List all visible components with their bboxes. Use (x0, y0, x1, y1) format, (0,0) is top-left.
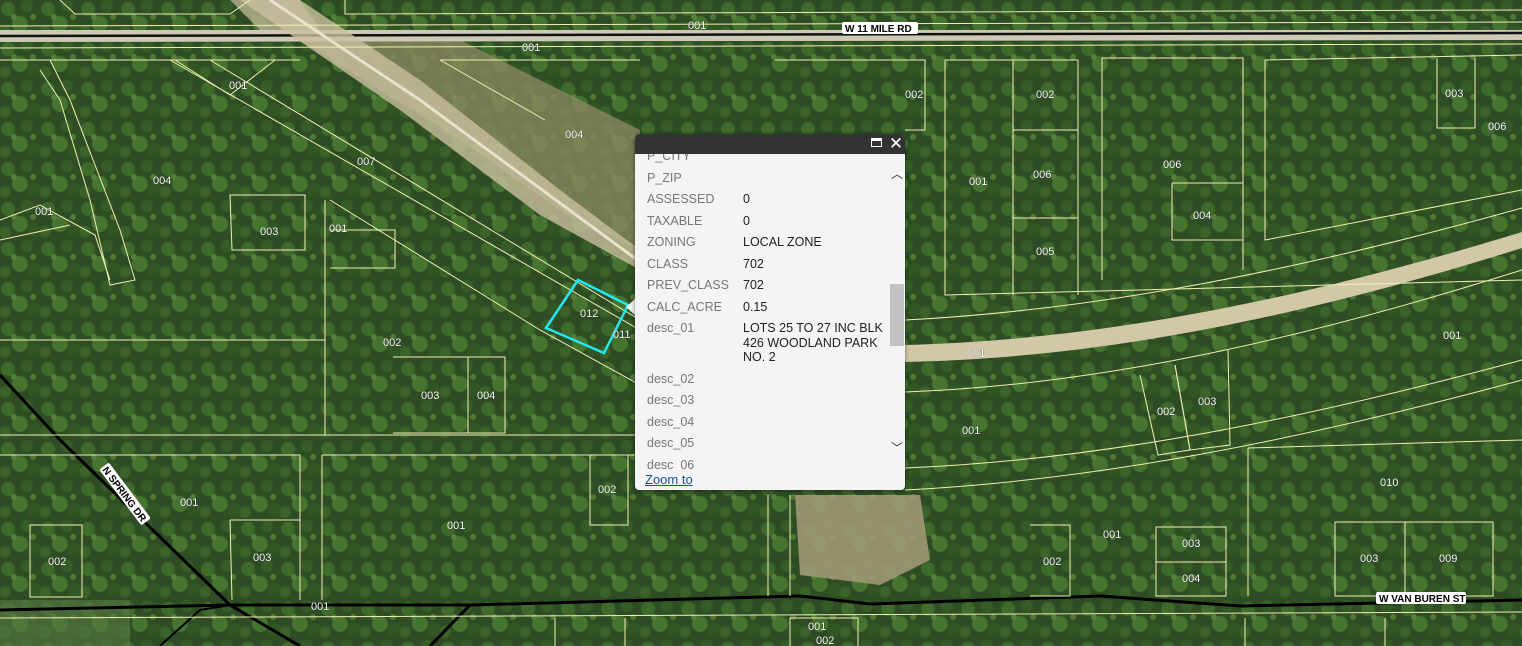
parcel-label: 001 (311, 601, 329, 613)
parcel-label: 004 (153, 175, 171, 187)
parcel-label: 003 (421, 390, 439, 402)
attribute-key: desc_06 (647, 457, 695, 471)
attribute-row: desc_05 (647, 436, 887, 451)
chevron-down-icon[interactable]: ﹀ (891, 442, 903, 454)
attribute-list: P_CITY P_ZIP ASSESSED 0 TAXABLE 0 ZONING LO… (647, 154, 887, 470)
attribute-value (743, 171, 883, 186)
attribute-row: desc_04 (647, 415, 887, 430)
popup-scrollbar[interactable]: ︿ ﹀ (889, 154, 905, 470)
attribute-row: ZONING LOCAL ZONE (647, 235, 887, 250)
parcel-label: 004 (565, 129, 583, 141)
attribute-value (743, 154, 883, 164)
parcel-label: 001 (688, 20, 706, 32)
parcel-label: 006 (1163, 159, 1181, 171)
attribute-value: 702 (743, 278, 764, 292)
parcel-label: 003 (260, 226, 278, 238)
attribute-key: desc_03 (647, 393, 695, 407)
attribute-value (743, 372, 883, 387)
attribute-row: PREV_CLASS 702 (647, 278, 887, 293)
attribute-key: P_CITY (647, 154, 691, 163)
attribute-row: desc_03 (647, 393, 887, 408)
attribute-key: P_ZIP (647, 170, 682, 185)
attribute-key: desc_02 (647, 371, 695, 386)
parcel-label: 001 (1443, 330, 1461, 342)
parcel-label: 001 (967, 348, 985, 360)
parcel-label: 002 (48, 556, 66, 568)
parcel-label: 006 (1488, 121, 1506, 133)
parcel-label: 003 (1445, 88, 1463, 100)
road-label-w-11-mile: W 11 MILE RD (845, 24, 912, 35)
attribute-key: desc_05 (647, 436, 695, 450)
parcel-label: 009 (1439, 553, 1457, 565)
parcel-label: 002 (383, 337, 401, 349)
attribute-value: LOCAL ZONE (743, 235, 822, 249)
scrollbar-thumb[interactable] (890, 284, 904, 346)
parcel-label: 001 (229, 80, 247, 92)
parcel-label: 001 (180, 497, 198, 509)
attribute-row: ASSESSED 0 (647, 192, 887, 207)
road-w-11-mile (0, 30, 1522, 42)
parcel-label: 012 (580, 308, 598, 320)
parcel-label: 002 (1036, 89, 1054, 101)
maximize-icon[interactable] (871, 138, 882, 147)
attribute-key: ASSESSED (647, 192, 715, 206)
attribute-value (743, 393, 883, 408)
parcel-label: 005 (1036, 246, 1054, 258)
parcel-label: 002 (1157, 406, 1175, 418)
attribute-row: CALC_ACRE 0.15 (647, 300, 887, 315)
attribute-key: desc_01 (647, 321, 695, 335)
parcel-label: 003 (253, 552, 271, 564)
attribute-row: P_ZIP (647, 171, 887, 186)
attribute-row: CLASS 702 (647, 257, 887, 272)
attribute-value: 0 (743, 192, 750, 206)
parcel-label: 004 (1182, 573, 1200, 585)
parcel-label: 001 (329, 223, 347, 235)
chevron-up-icon[interactable]: ︿ (891, 168, 903, 180)
parcel-label: 001 (447, 520, 465, 532)
attribute-key: ZONING (647, 235, 696, 249)
attribute-key: desc_04 (647, 414, 695, 429)
parcel-label: 002 (1043, 556, 1061, 568)
parcel-label: 010 (1380, 477, 1398, 489)
parcel-label: 001 (522, 42, 540, 54)
attribute-key: PREV_CLASS (647, 278, 729, 292)
attribute-key: CALC_ACRE (647, 299, 723, 314)
attribute-value: LOTS 25 TO 27 INC BLK 426 WOODLAND PARK … (743, 321, 883, 364)
attribute-row: TAXABLE 0 (647, 214, 887, 229)
parcel-label: 002 (598, 484, 616, 496)
parcel-label: 002 (816, 635, 834, 646)
attribute-row: desc_01 LOTS 25 TO 27 INC BLK 426 WOODLAN… (647, 321, 887, 365)
parcel-label: 007 (357, 156, 375, 168)
parcel-label: 004 (477, 390, 495, 402)
parcel-label: 003 (1182, 538, 1200, 550)
parcel-label: 001 (962, 425, 980, 437)
popup-content[interactable]: P_CITY P_ZIP ASSESSED 0 TAXABLE 0 ZONING LO… (635, 154, 889, 470)
attribute-row: desc_02 (647, 372, 887, 387)
attribute-key: CLASS (647, 256, 688, 271)
parcel-label: 011 (613, 329, 631, 341)
parcel-label: 003 (1198, 396, 1216, 408)
popup-titlebar: ✕ (635, 134, 905, 154)
zoom-to-link[interactable]: Zoom to (645, 472, 693, 487)
parcel-label: 006 (1033, 169, 1051, 181)
parcel-label: 001 (35, 206, 53, 218)
attribute-value (743, 458, 883, 471)
road-label-w-van-buren: W VAN BUREN ST (1379, 594, 1465, 605)
parcel-label: 001 (808, 621, 826, 633)
parcel-label: 001 (1103, 529, 1121, 541)
parcel-label: 002 (905, 89, 923, 101)
parcel-label: 003 (1360, 553, 1378, 565)
attribute-value: 0 (743, 213, 750, 228)
close-icon[interactable]: ✕ (888, 135, 904, 153)
attribute-value (743, 415, 883, 430)
attribute-value: 702 (743, 256, 764, 271)
attribute-row: desc_06 (647, 458, 887, 471)
parcel-label: 004 (1193, 210, 1211, 222)
attribute-row: P_CITY (647, 154, 887, 164)
parcel-label: 001 (969, 176, 987, 188)
attribute-key: TAXABLE (647, 213, 703, 228)
attribute-value (743, 436, 883, 451)
info-popup: ✕ P_CITY P_ZIP ASSESSED 0 TAXABLE 0 ZONING… (635, 134, 905, 490)
attribute-value: 0.15 (743, 299, 768, 314)
